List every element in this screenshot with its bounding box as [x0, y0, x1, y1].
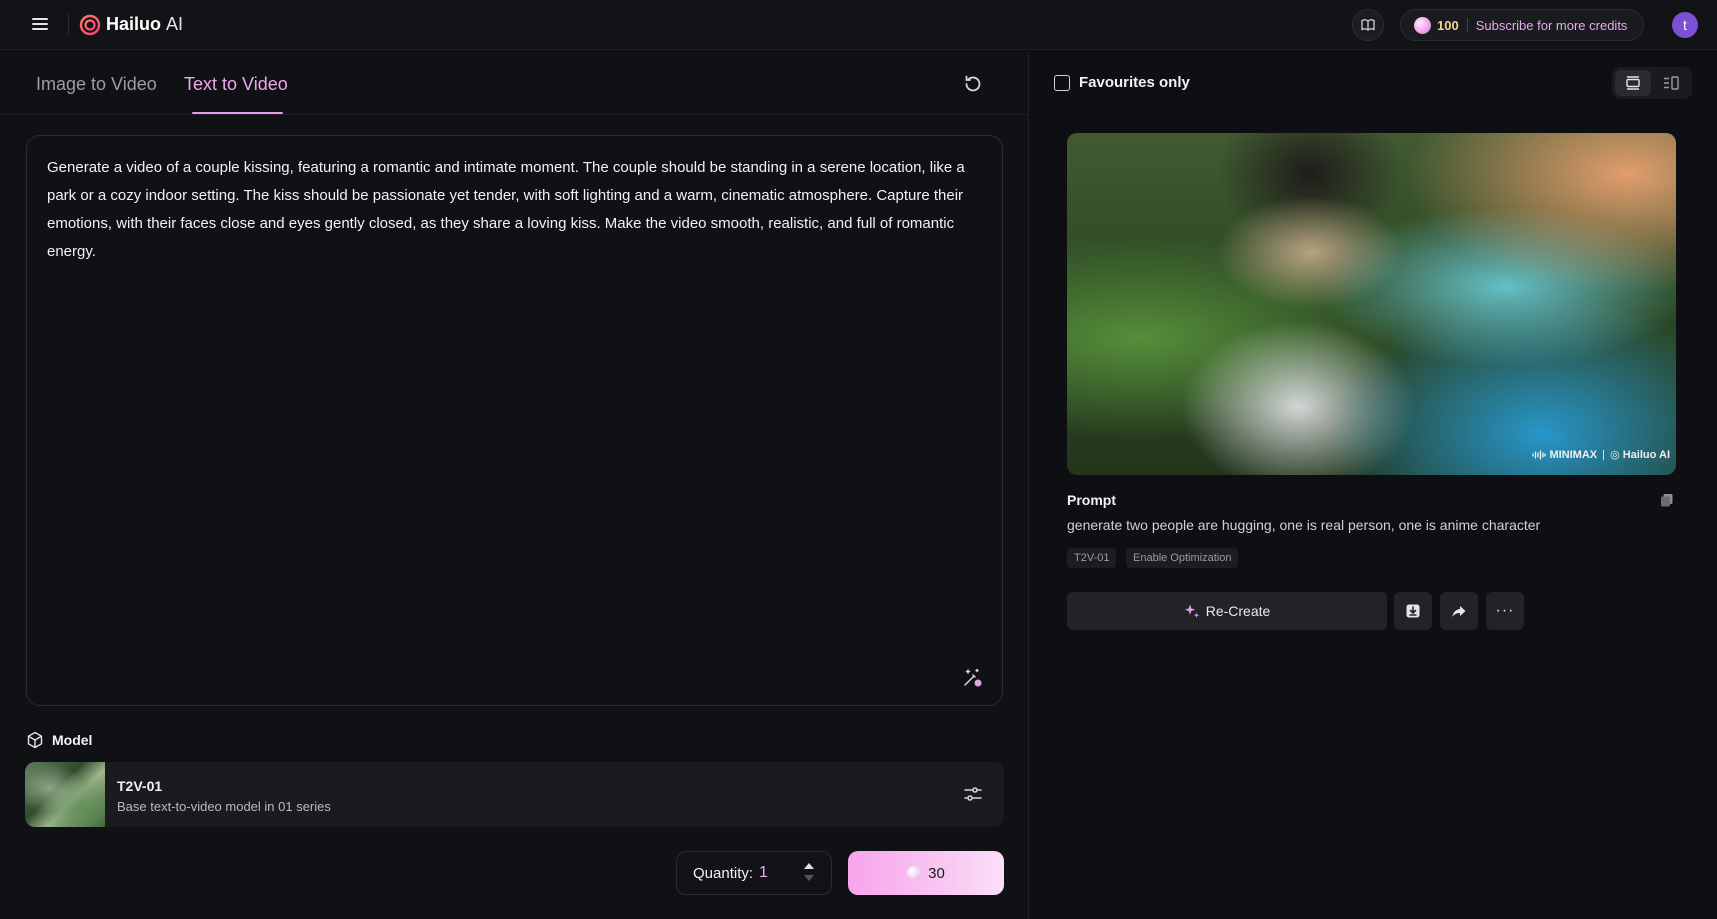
- download-button[interactable]: [1394, 592, 1432, 630]
- split-view-icon: [1664, 76, 1679, 90]
- prompt-textarea[interactable]: Generate a video of a couple kissing, fe…: [26, 135, 1003, 706]
- minimax-wave-icon: [1532, 449, 1547, 460]
- video-result-thumbnail[interactable]: MINIMAX ◎ Hailuo AI: [1067, 133, 1676, 475]
- favourites-checkbox[interactable]: [1054, 75, 1070, 91]
- share-arrow-icon: [1452, 606, 1466, 617]
- quantity-stepper[interactable]: Quantity: 1: [676, 851, 832, 895]
- detail-view-button[interactable]: [1653, 70, 1689, 96]
- credit-gem-icon: [1414, 16, 1431, 34]
- tab-text-to-video[interactable]: Text to Video: [184, 74, 288, 95]
- model-description: Base text-to-video model in 01 series: [117, 799, 331, 814]
- watermark-hailuo: Hailuo AI: [1622, 448, 1670, 461]
- download-icon: [1406, 604, 1420, 618]
- more-dots-icon: ···: [1495, 602, 1515, 619]
- optimization-tag: Enable Optimization: [1126, 548, 1239, 568]
- quantity-increase-icon[interactable]: [804, 863, 814, 869]
- sparkle-icon: [1184, 604, 1199, 618]
- watermark-separator: [1603, 449, 1605, 460]
- credits-pill[interactable]: 100 Subscribe for more credits: [1400, 9, 1644, 41]
- generate-button[interactable]: 30: [848, 851, 1004, 895]
- brand-name[interactable]: Hailuo AI: [106, 14, 183, 35]
- list-view-icon: [1626, 76, 1640, 90]
- copy-icon[interactable]: [1660, 493, 1674, 507]
- tab-image-to-video[interactable]: Image to Video: [36, 74, 157, 95]
- quantity-value[interactable]: 1: [759, 864, 768, 882]
- cube-icon: [27, 731, 43, 749]
- prompt-optimize-icon[interactable]: [962, 667, 984, 689]
- re-create-button[interactable]: Re-Create: [1067, 592, 1387, 630]
- book-icon: [1361, 19, 1375, 31]
- quantity-arrows: [803, 861, 815, 887]
- model-selector-card[interactable]: T2V-01 Base text-to-video model in 01 se…: [25, 762, 1004, 827]
- brand-suffix: AI: [166, 14, 184, 34]
- result-prompt-heading: Prompt: [1067, 492, 1116, 508]
- active-tab-underline: [192, 112, 283, 114]
- prompt-text[interactable]: Generate a video of a couple kissing, fe…: [47, 154, 987, 266]
- results-panel: Favourites only MINIMAX ◎ Hailuo AI Prom…: [1029, 51, 1717, 919]
- reset-icon[interactable]: [962, 73, 984, 95]
- more-options-button[interactable]: ···: [1486, 592, 1524, 630]
- top-header: Hailuo AI 100 Subscribe for more credits…: [0, 0, 1717, 50]
- create-panel: Image to Video Text to Video Generate a …: [0, 51, 1028, 919]
- watermark-minimax: MINIMAX: [1549, 448, 1598, 461]
- watermark-hailuo-logo-icon: ◎: [1610, 449, 1620, 461]
- credit-count: 100: [1437, 17, 1459, 33]
- view-mode-toggle: [1612, 67, 1692, 99]
- brand-name-text: Hailuo: [106, 14, 162, 34]
- credit-gem-icon: [907, 866, 922, 880]
- list-view-button[interactable]: [1615, 70, 1651, 96]
- model-section-label: Model: [26, 731, 92, 749]
- video-watermark: MINIMAX ◎ Hailuo AI: [1532, 448, 1670, 461]
- hailuo-logo-icon[interactable]: [79, 14, 101, 36]
- quantity-label: Quantity:: [693, 864, 754, 882]
- model-thumbnail: [25, 762, 105, 827]
- favourites-label[interactable]: Favourites only: [1079, 74, 1190, 91]
- credit-separator: [1466, 18, 1468, 32]
- quantity-decrease-icon[interactable]: [804, 875, 814, 881]
- generate-cost: 30: [928, 864, 945, 882]
- sliders-settings-icon[interactable]: [962, 783, 984, 805]
- user-avatar[interactable]: t: [1672, 12, 1698, 38]
- guide-book-button[interactable]: [1352, 9, 1384, 41]
- share-button[interactable]: [1440, 592, 1478, 630]
- model-name: T2V-01: [117, 778, 163, 794]
- brand-divider: [68, 14, 69, 36]
- subscribe-link[interactable]: Subscribe for more credits: [1476, 18, 1628, 33]
- model-tag: T2V-01: [1067, 548, 1117, 568]
- mode-tabs: Image to Video Text to Video: [0, 51, 1028, 115]
- result-prompt-text: generate two people are hugging, one is …: [1067, 517, 1541, 533]
- re-create-label: Re-Create: [1205, 603, 1271, 619]
- hamburger-menu-icon[interactable]: [28, 15, 52, 35]
- model-section-title: Model: [52, 732, 93, 748]
